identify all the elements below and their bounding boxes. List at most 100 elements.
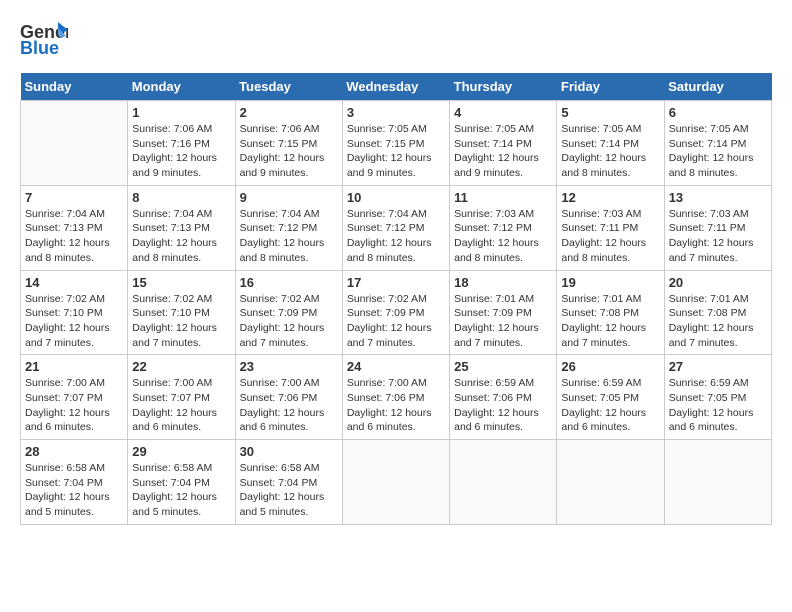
day-number: 18 (454, 275, 552, 290)
calendar-cell: 24 Sunrise: 7:00 AM Sunset: 7:06 PM Dayli… (342, 355, 449, 440)
calendar-cell: 12Sunrise: 7:03 AM Sunset: 7:11 PM Dayli… (557, 185, 664, 270)
header-sunday: Sunday (21, 73, 128, 101)
day-info: Sunrise: 7:02 AM Sunset: 7:10 PM Dayligh… (132, 292, 230, 351)
day-info: Sunrise: 7:00 AM Sunset: 7:07 PM Dayligh… (25, 376, 123, 435)
logo-icon: General Blue (20, 20, 68, 63)
day-info: Sunrise: 7:05 AM Sunset: 7:15 PM Dayligh… (347, 122, 445, 181)
day-number: 23 (240, 359, 338, 374)
day-info: Sunrise: 6:58 AM Sunset: 7:04 PM Dayligh… (132, 461, 230, 520)
calendar-cell (664, 440, 771, 525)
calendar-cell (342, 440, 449, 525)
day-info: Sunrise: 7:04 AM Sunset: 7:12 PM Dayligh… (347, 207, 445, 266)
day-number: 16 (240, 275, 338, 290)
calendar-cell: 11 Sunrise: 7:03 AM Sunset: 7:12 PM Dayli… (450, 185, 557, 270)
calendar-cell: 6 Sunrise: 7:05 AM Sunset: 7:14 PM Daylig… (664, 101, 771, 186)
svg-text:Blue: Blue (20, 38, 59, 58)
day-number: 20 (669, 275, 767, 290)
day-number: 5 (561, 105, 659, 120)
calendar-cell: 4 Sunrise: 7:05 AM Sunset: 7:14 PM Daylig… (450, 101, 557, 186)
calendar-cell: 2 Sunrise: 7:06 AM Sunset: 7:15 PM Daylig… (235, 101, 342, 186)
day-info: Sunrise: 7:01 AM Sunset: 7:08 PM Dayligh… (561, 292, 659, 351)
day-info: Sunrise: 7:01 AM Sunset: 7:08 PM Dayligh… (669, 292, 767, 351)
day-info: Sunrise: 7:02 AM Sunset: 7:09 PM Dayligh… (347, 292, 445, 351)
day-number: 19 (561, 275, 659, 290)
day-info: Sunrise: 7:01 AM Sunset: 7:09 PM Dayligh… (454, 292, 552, 351)
week-row-0: 1 Sunrise: 7:06 AM Sunset: 7:16 PM Daylig… (21, 101, 772, 186)
calendar-cell: 13 Sunrise: 7:03 AM Sunset: 7:11 PM Dayli… (664, 185, 771, 270)
day-number: 24 (347, 359, 445, 374)
day-info: Sunrise: 7:00 AM Sunset: 7:06 PM Dayligh… (347, 376, 445, 435)
day-number: 6 (669, 105, 767, 120)
calendar-cell: 3 Sunrise: 7:05 AM Sunset: 7:15 PM Daylig… (342, 101, 449, 186)
day-info: Sunrise: 7:04 AM Sunset: 7:13 PM Dayligh… (25, 207, 123, 266)
day-number: 21 (25, 359, 123, 374)
day-number: 29 (132, 444, 230, 459)
logo: General Blue (20, 20, 68, 63)
day-info: Sunrise: 7:06 AM Sunset: 7:16 PM Dayligh… (132, 122, 230, 181)
day-number: 17 (347, 275, 445, 290)
day-info: Sunrise: 7:05 AM Sunset: 7:14 PM Dayligh… (454, 122, 552, 181)
day-info: Sunrise: 7:03 AM Sunset: 7:12 PM Dayligh… (454, 207, 552, 266)
calendar-cell: 30 Sunrise: 6:58 AM Sunset: 7:04 PM Dayli… (235, 440, 342, 525)
day-info: Sunrise: 7:06 AM Sunset: 7:15 PM Dayligh… (240, 122, 338, 181)
calendar-cell (557, 440, 664, 525)
day-number: 1 (132, 105, 230, 120)
calendar-cell (21, 101, 128, 186)
day-info: Sunrise: 7:03 AM Sunset: 7:11 PM Dayligh… (669, 207, 767, 266)
day-number: 9 (240, 190, 338, 205)
calendar-cell: 18 Sunrise: 7:01 AM Sunset: 7:09 PM Dayli… (450, 270, 557, 355)
header-saturday: Saturday (664, 73, 771, 101)
day-number: 8 (132, 190, 230, 205)
page-header: General Blue (20, 20, 772, 63)
day-info: Sunrise: 6:58 AM Sunset: 7:04 PM Dayligh… (25, 461, 123, 520)
calendar-cell: 19 Sunrise: 7:01 AM Sunset: 7:08 PM Dayli… (557, 270, 664, 355)
calendar-cell: 21 Sunrise: 7:00 AM Sunset: 7:07 PM Dayli… (21, 355, 128, 440)
day-number: 10 (347, 190, 445, 205)
day-info: Sunrise: 6:58 AM Sunset: 7:04 PM Dayligh… (240, 461, 338, 520)
day-number: 2 (240, 105, 338, 120)
day-info: Sunrise: 7:00 AM Sunset: 7:06 PM Dayligh… (240, 376, 338, 435)
day-number: 13 (669, 190, 767, 205)
day-number: 3 (347, 105, 445, 120)
day-info: Sunrise: 7:04 AM Sunset: 7:13 PM Dayligh… (132, 207, 230, 266)
calendar-cell: 9 Sunrise: 7:04 AM Sunset: 7:12 PM Daylig… (235, 185, 342, 270)
day-number: 7 (25, 190, 123, 205)
day-info: Sunrise: 6:59 AM Sunset: 7:05 PM Dayligh… (669, 376, 767, 435)
calendar-cell: 29 Sunrise: 6:58 AM Sunset: 7:04 PM Dayli… (128, 440, 235, 525)
header-friday: Friday (557, 73, 664, 101)
calendar-cell: 1 Sunrise: 7:06 AM Sunset: 7:16 PM Daylig… (128, 101, 235, 186)
day-info: Sunrise: 7:04 AM Sunset: 7:12 PM Dayligh… (240, 207, 338, 266)
week-row-1: 7 Sunrise: 7:04 AM Sunset: 7:13 PM Daylig… (21, 185, 772, 270)
day-number: 14 (25, 275, 123, 290)
header-tuesday: Tuesday (235, 73, 342, 101)
week-row-3: 21 Sunrise: 7:00 AM Sunset: 7:07 PM Dayli… (21, 355, 772, 440)
day-number: 12 (561, 190, 659, 205)
day-info: Sunrise: 7:02 AM Sunset: 7:10 PM Dayligh… (25, 292, 123, 351)
day-info: Sunrise: 6:59 AM Sunset: 7:06 PM Dayligh… (454, 376, 552, 435)
calendar-cell: 5 Sunrise: 7:05 AM Sunset: 7:14 PM Daylig… (557, 101, 664, 186)
day-number: 30 (240, 444, 338, 459)
day-number: 15 (132, 275, 230, 290)
day-info: Sunrise: 7:05 AM Sunset: 7:14 PM Dayligh… (561, 122, 659, 181)
day-number: 4 (454, 105, 552, 120)
calendar-cell: 15 Sunrise: 7:02 AM Sunset: 7:10 PM Dayli… (128, 270, 235, 355)
calendar-header-row: SundayMondayTuesdayWednesdayThursdayFrid… (21, 73, 772, 101)
calendar-cell: 27Sunrise: 6:59 AM Sunset: 7:05 PM Dayli… (664, 355, 771, 440)
calendar-cell: 28Sunrise: 6:58 AM Sunset: 7:04 PM Dayli… (21, 440, 128, 525)
week-row-4: 28Sunrise: 6:58 AM Sunset: 7:04 PM Dayli… (21, 440, 772, 525)
day-info: Sunrise: 7:05 AM Sunset: 7:14 PM Dayligh… (669, 122, 767, 181)
calendar-cell: 17 Sunrise: 7:02 AM Sunset: 7:09 PM Dayli… (342, 270, 449, 355)
day-info: Sunrise: 7:00 AM Sunset: 7:07 PM Dayligh… (132, 376, 230, 435)
calendar-cell: 7 Sunrise: 7:04 AM Sunset: 7:13 PM Daylig… (21, 185, 128, 270)
calendar-cell: 26Sunrise: 6:59 AM Sunset: 7:05 PM Dayli… (557, 355, 664, 440)
header-thursday: Thursday (450, 73, 557, 101)
day-number: 11 (454, 190, 552, 205)
day-number: 22 (132, 359, 230, 374)
calendar-cell: 25 Sunrise: 6:59 AM Sunset: 7:06 PM Dayli… (450, 355, 557, 440)
day-number: 25 (454, 359, 552, 374)
day-info: Sunrise: 7:02 AM Sunset: 7:09 PM Dayligh… (240, 292, 338, 351)
calendar-cell: 23 Sunrise: 7:00 AM Sunset: 7:06 PM Dayli… (235, 355, 342, 440)
week-row-2: 14 Sunrise: 7:02 AM Sunset: 7:10 PM Dayli… (21, 270, 772, 355)
header-monday: Monday (128, 73, 235, 101)
calendar-cell: 14 Sunrise: 7:02 AM Sunset: 7:10 PM Dayli… (21, 270, 128, 355)
